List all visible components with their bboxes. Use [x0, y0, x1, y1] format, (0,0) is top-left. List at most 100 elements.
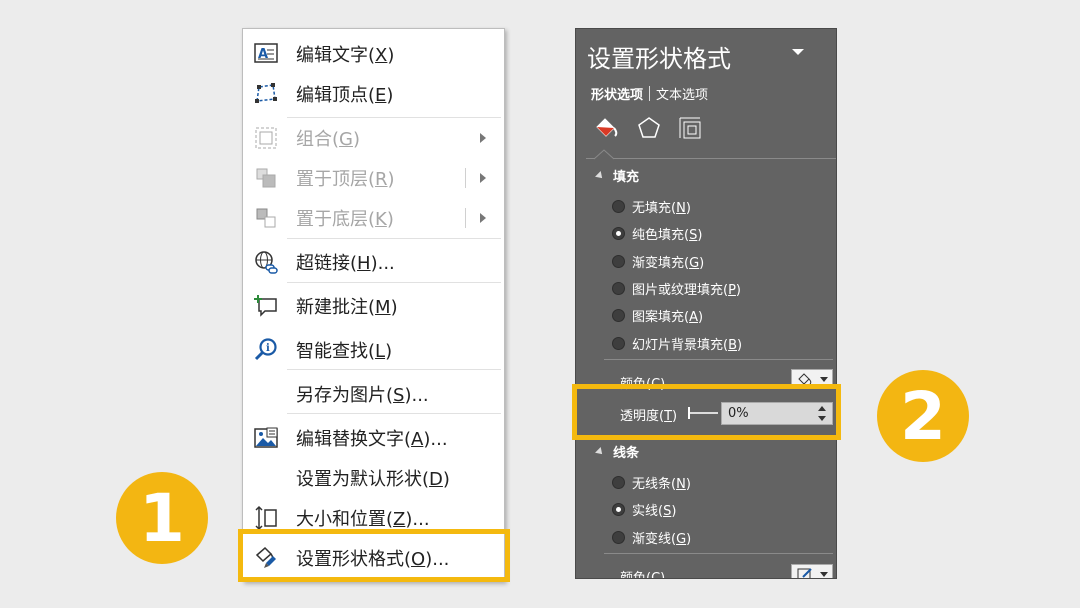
- collapse-triangle-icon: [595, 446, 605, 457]
- radio-gradient-fill[interactable]: 渐变填充(G): [612, 252, 704, 271]
- tab-shape-options[interactable]: 形状选项: [591, 84, 643, 103]
- radio-dot-selected: [612, 227, 625, 240]
- submenu-arrow-icon: [480, 213, 486, 223]
- menu-item-send-to-back[interactable]: 置于底层(K): [243, 200, 504, 236]
- tab-text-options[interactable]: 文本选项: [656, 84, 708, 103]
- menu-separator: [287, 413, 501, 414]
- pane-title: 设置形状格式: [587, 45, 731, 73]
- size-position-icon: [253, 505, 279, 531]
- menu-item-label: 编辑顶点(E): [296, 85, 394, 106]
- menu-item-label: 超链接(H)...: [296, 253, 395, 274]
- radio-solid-fill[interactable]: 纯色填充(S): [612, 224, 702, 243]
- menu-separator: [287, 117, 501, 118]
- menu-item-bring-to-front[interactable]: 置于顶层(R): [243, 160, 504, 196]
- radio-label: 无线条(N): [632, 477, 691, 492]
- format-shape-pane: 设置形状格式 形状选项 文本选项 填充 无填充(N) 纯色填充(S) 渐变填充(…: [575, 28, 837, 579]
- step-badge-1: 1: [116, 472, 208, 564]
- collapse-triangle-icon: [595, 170, 605, 181]
- radio-label: 图案填充(A): [632, 310, 704, 325]
- radio-picture-fill[interactable]: 图片或纹理填充(P): [612, 279, 741, 298]
- radio-label: 无填充(N): [632, 201, 691, 216]
- radio-no-fill[interactable]: 无填充(N): [612, 197, 691, 216]
- line-divider: [604, 553, 833, 554]
- pane-tabs: 形状选项 文本选项: [591, 84, 708, 103]
- menu-item-save-as-picture[interactable]: 另存为图片(S)...: [243, 376, 504, 412]
- menu-item-edit-points[interactable]: 编辑顶点(E): [243, 76, 504, 112]
- radio-label: 图片或纹理填充(P): [632, 283, 741, 298]
- svg-text:A: A: [258, 47, 268, 62]
- radio-slide-background-fill[interactable]: 幻灯片背景填充(B): [612, 334, 742, 353]
- radio-dot: [612, 309, 625, 322]
- submenu-arrow-icon: [480, 173, 486, 183]
- radio-label: 实线(S): [632, 504, 677, 519]
- radio-gradient-line[interactable]: 渐变线(G): [612, 528, 691, 547]
- chevron-down-icon: [820, 572, 828, 577]
- pane-options-dropdown-icon[interactable]: [792, 49, 804, 55]
- menu-item-hyperlink[interactable]: 超链接(H)...: [243, 244, 504, 280]
- context-menu: A 编辑文字(X) 编辑顶点(E) 组合(G) 置于顶层(R) 置于底层(K): [242, 28, 505, 582]
- radio-dot: [612, 200, 625, 213]
- radio-label: 渐变填充(G): [632, 256, 705, 271]
- radio-label: 渐变线(G): [632, 532, 692, 547]
- group-icon: [253, 125, 279, 151]
- line-section-label: 线条: [613, 446, 640, 461]
- tab-divider: [649, 86, 651, 101]
- step-badge-2: 2: [877, 370, 969, 462]
- menu-separator: [287, 369, 501, 370]
- radio-solid-line[interactable]: 实线(S): [612, 500, 676, 519]
- radio-dot: [612, 476, 625, 489]
- send-to-back-icon: [253, 205, 279, 231]
- menu-item-label: 设置为默认形状(D): [296, 469, 450, 490]
- svg-text:i: i: [266, 343, 270, 354]
- menu-item-label: 智能查找(L): [296, 341, 393, 362]
- fill-section-label: 填充: [613, 170, 640, 185]
- menu-item-label: 编辑替换文字(A)...: [296, 429, 448, 450]
- chevron-down-icon: [820, 377, 828, 382]
- effects-icon[interactable]: [636, 115, 662, 145]
- edit-text-icon: A: [253, 41, 279, 67]
- new-comment-icon: [253, 293, 279, 319]
- menu-item-label: 组合(G): [296, 129, 361, 150]
- size-properties-icon[interactable]: [677, 115, 703, 145]
- category-underline: [586, 158, 836, 159]
- menu-separator: [287, 282, 501, 283]
- menu-item-label: 新建批注(M): [296, 297, 398, 318]
- category-icon-row: [591, 115, 711, 145]
- radio-dot: [612, 282, 625, 295]
- fill-divider: [604, 359, 833, 360]
- radio-dot: [612, 337, 625, 350]
- menu-item-new-comment[interactable]: 新建批注(M): [243, 288, 504, 324]
- radio-dot: [612, 255, 625, 268]
- radio-no-line[interactable]: 无线条(N): [612, 473, 691, 492]
- menu-item-label: 置于底层(K): [296, 209, 394, 230]
- radio-label: 纯色填充(S): [632, 228, 703, 243]
- smart-lookup-icon: i: [253, 337, 279, 363]
- menu-item-edit-text[interactable]: A 编辑文字(X): [243, 36, 504, 72]
- highlight-box-transparency: [572, 384, 841, 440]
- line-color-label: 颜色(C): [620, 571, 666, 579]
- menu-item-label: 置于顶层(R): [296, 169, 395, 190]
- pen-icon: [797, 568, 812, 578]
- submenu-arrow-icon: [480, 133, 486, 143]
- highlight-box-format-shape: [238, 529, 510, 582]
- menu-item-label: 大小和位置(Z)...: [296, 509, 430, 530]
- edit-points-icon: [253, 81, 279, 107]
- menu-item-set-default-shape[interactable]: 设置为默认形状(D): [243, 460, 504, 496]
- hyperlink-icon: [253, 249, 279, 275]
- line-section-header[interactable]: 线条: [595, 442, 640, 461]
- radio-dot-selected: [612, 503, 625, 516]
- bring-to-front-icon: [253, 165, 279, 191]
- radio-dot: [612, 531, 625, 544]
- selected-category-caret: [594, 149, 614, 160]
- fill-section-header[interactable]: 填充: [595, 166, 640, 185]
- menu-item-label: 另存为图片(S)...: [296, 385, 429, 406]
- menu-item-edit-alt-text[interactable]: 编辑替换文字(A)...: [243, 420, 504, 456]
- line-color-picker[interactable]: [791, 564, 833, 578]
- fill-line-icon[interactable]: [594, 115, 620, 145]
- alt-text-icon: [253, 425, 279, 451]
- radio-pattern-fill[interactable]: 图案填充(A): [612, 306, 703, 325]
- menu-item-group[interactable]: 组合(G): [243, 120, 504, 156]
- submenu-divider: [465, 208, 466, 228]
- radio-label: 幻灯片背景填充(B): [632, 338, 743, 353]
- menu-item-smart-lookup[interactable]: i 智能查找(L): [243, 332, 504, 368]
